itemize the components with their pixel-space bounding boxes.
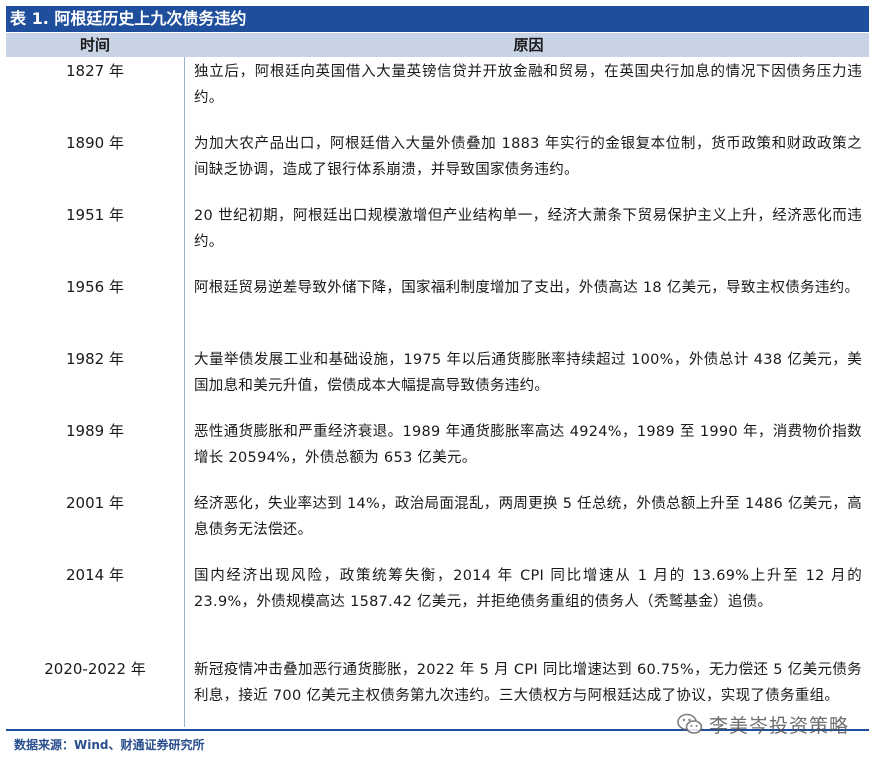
- row-reason: 大量举债发展工业和基础设施，1975 年以后通货膨胀率持续超过 100%，外债总…: [194, 352, 862, 394]
- row-year: 2014 年: [66, 566, 124, 584]
- table-row: 1890 年 为加大农产品出口，阿根廷借入大量外债叠加 1883 年实行的金银复…: [6, 129, 869, 201]
- table-title: 表 1. 阿根廷历史上九次债务违约: [6, 6, 869, 32]
- table-row: 2014 年 国内经济出现风险，政策统筹失衡，2014 年 CPI 同比增速从 …: [6, 561, 869, 655]
- row-year: 1956 年: [66, 278, 124, 296]
- row-year: 2020-2022 年: [44, 660, 146, 678]
- header-reason: 原因: [513, 36, 544, 54]
- table-row: 1951 年 20 世纪初期，阿根廷出口规模激增但产业结构单一，经济大萧条下贸易…: [6, 201, 869, 273]
- table-row: 1989 年 恶性通货膨胀和严重经济衰退。1989 年通货膨胀率高达 4924%…: [6, 417, 869, 489]
- data-source-note: 数据来源：Wind、财通证券研究所: [14, 738, 205, 752]
- row-reason: 新冠疫情冲击叠加恶行通货膨胀，2022 年 5 月 CPI 同比增速达到 60.…: [194, 662, 862, 704]
- table-row: 1982 年 大量举债发展工业和基础设施，1975 年以后通货膨胀率持续超过 1…: [6, 345, 869, 417]
- row-year: 1827 年: [66, 62, 124, 80]
- row-year: 1989 年: [66, 422, 124, 440]
- row-year: 1982 年: [66, 350, 124, 368]
- table-body: 1827 年 独立后，阿根廷向英国借入大量英镑信贷并开放金融和贸易，在英国央行加…: [6, 57, 869, 731]
- row-reason: 为加大农产品出口，阿根廷借入大量外债叠加 1883 年实行的金银复本位制，货币政…: [194, 136, 862, 178]
- row-reason: 国内经济出现风险，政策统筹失衡，2014 年 CPI 同比增速从 1 月的 13…: [194, 568, 862, 610]
- row-reason: 20 世纪初期，阿根廷出口规模激增但产业结构单一，经济大萧条下贸易保护主义上升，…: [194, 208, 862, 250]
- header-time: 时间: [79, 36, 110, 54]
- table-row: 2001 年 经济恶化，失业率达到 14%，政治局面混乱，两周更换 5 任总统，…: [6, 489, 869, 561]
- row-reason: 独立后，阿根廷向英国借入大量英镑信贷并开放金融和贸易，在英国央行加息的情况下因债…: [194, 64, 862, 106]
- row-reason: 经济恶化，失业率达到 14%，政治局面混乱，两周更换 5 任总统，外债总额上升至…: [194, 496, 862, 538]
- table-row: 1827 年 独立后，阿根廷向英国借入大量英镑信贷并开放金融和贸易，在英国央行加…: [6, 57, 869, 129]
- row-reason: 恶性通货膨胀和严重经济衰退。1989 年通货膨胀率高达 4924%，1989 至…: [194, 424, 862, 466]
- watermark: 李美岑投资策略: [677, 709, 849, 739]
- row-reason: 阿根廷贸易逆差导致外储下降，国家福利制度增加了支出，外债高达 18 亿美元，导致…: [194, 280, 860, 296]
- watermark-text: 李美岑投资策略: [708, 714, 849, 737]
- wechat-icon: [677, 712, 703, 736]
- row-year: 1951 年: [66, 206, 124, 224]
- row-year: 2001 年: [66, 494, 124, 512]
- table-row: 1956 年 阿根廷贸易逆差导致外储下降，国家福利制度增加了支出，外债高达 18…: [6, 273, 869, 345]
- row-year: 1890 年: [66, 134, 124, 152]
- table-header: 时间 原因: [6, 33, 869, 57]
